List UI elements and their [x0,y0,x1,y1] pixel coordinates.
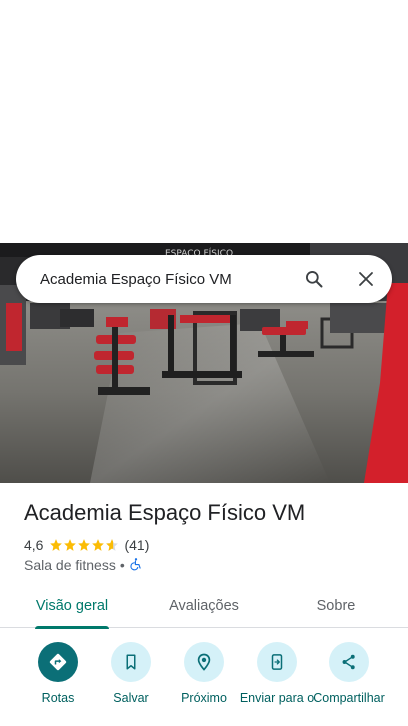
directions-button[interactable]: Rotas [18,642,98,705]
star-icon [91,538,105,552]
directions-label: Rotas [41,691,75,705]
star-icon [77,538,91,552]
close-icon [359,272,373,286]
wheelchair-icon [129,557,143,574]
rating-stars [49,538,119,552]
reviews-count: (41) [124,537,150,553]
star-icon [63,538,77,552]
star-icon [49,538,63,552]
star-half-icon [105,538,119,552]
place-title: Academia Espaço Físico VM [24,500,306,525]
share-button[interactable]: Compartilhar [309,642,389,705]
search-icon [306,271,323,288]
nearby-button[interactable]: Próximo [164,642,244,705]
search-button[interactable] [294,259,334,299]
tab-overview[interactable]: Visão geral [35,584,109,629]
search-bar[interactable]: Academia Espaço Físico VM [16,255,392,303]
map-blank-area [0,0,408,243]
send-to-phone-button[interactable]: Enviar para o [237,642,317,705]
place-category: Sala de fitness [24,557,116,573]
tab-reviews[interactable]: Avaliações [162,584,246,628]
send-to-phone-icon [271,654,283,670]
send-to-phone-label: Enviar para o [239,691,315,705]
bookmark-icon [126,654,136,670]
search-query-text[interactable]: Academia Espaço Físico VM [40,271,294,288]
share-icon-wrap [329,642,369,682]
rating-row[interactable]: 4,6 (41) [24,536,149,554]
nearby-icon-wrap [184,642,224,682]
save-button[interactable]: Salvar [91,642,171,705]
share-label: Compartilhar [313,691,385,705]
save-label: Salvar [113,691,149,705]
send-icon-wrap [257,642,297,682]
place-tabs: Visão geral Avaliações Sobre [0,584,408,629]
category-row: Sala de fitness • [24,556,143,574]
share-icon [342,654,355,670]
action-bar: Rotas Salvar Próximo Enviar para o Compa… [0,640,408,726]
tab-about[interactable]: Sobre [308,584,364,628]
save-icon-wrap [111,642,151,682]
directions-icon [49,653,67,671]
directions-icon-wrap [38,642,78,682]
rating-value: 4,6 [24,537,44,553]
separator-dot: • [119,557,125,573]
close-button[interactable] [346,259,386,299]
nearby-label: Próximo [181,691,227,705]
nearby-icon [197,653,211,671]
